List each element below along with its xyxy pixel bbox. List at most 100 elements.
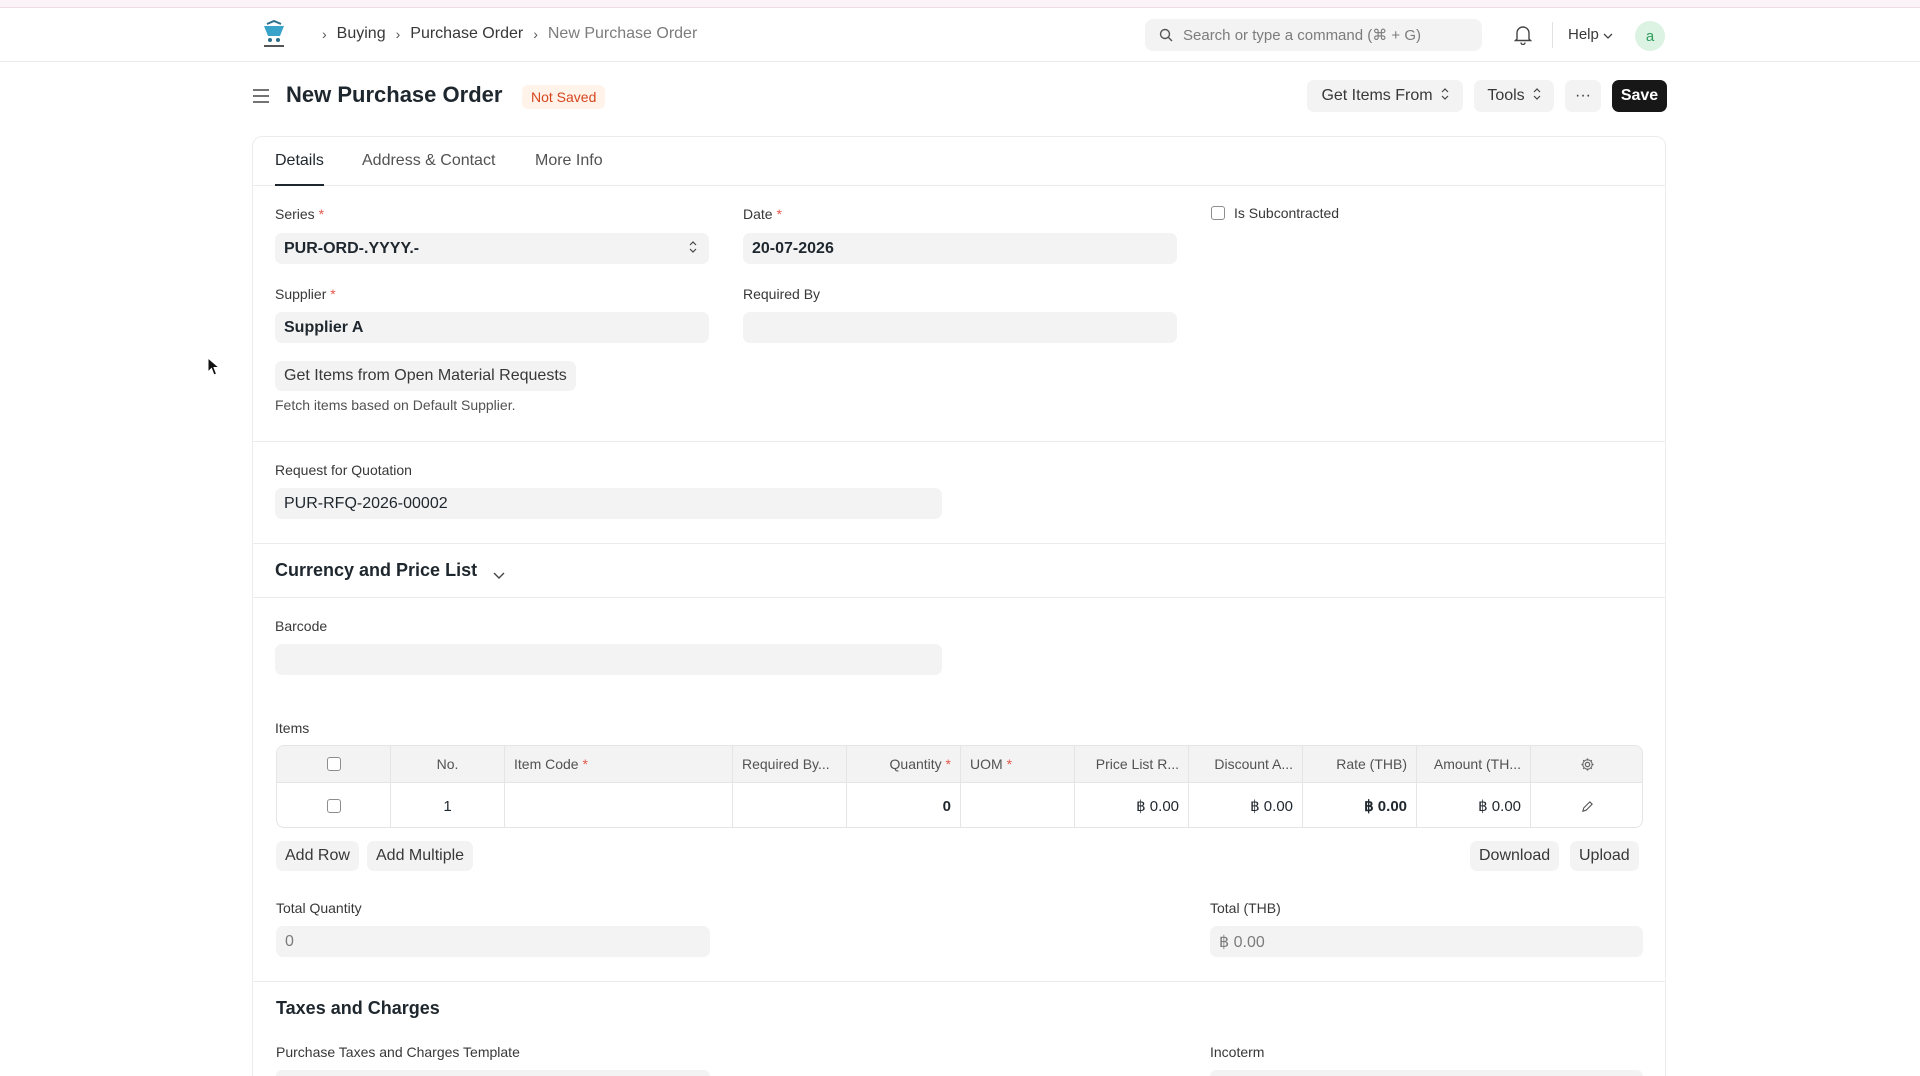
col-discount-amount: Discount A... (1189, 746, 1303, 782)
is-subcontracted-label: Is Subcontracted (1234, 205, 1340, 221)
col-uom: UOM * (961, 746, 1075, 782)
items-label: Items (275, 720, 310, 736)
breadcrumb-buying[interactable]: Buying (337, 25, 386, 43)
chevron-right-icon: › (533, 26, 538, 42)
breadcrumb-current: New Purchase Order (547, 25, 698, 42)
required-by-label: Required By (743, 286, 821, 302)
page-title: New Purchase Order (286, 82, 503, 107)
tab-more-info[interactable]: More Info (535, 152, 603, 184)
row-checkbox[interactable] (326, 799, 341, 813)
select-all-cell (277, 746, 391, 782)
barcode-label: Barcode (275, 618, 328, 634)
search-input[interactable] (1183, 26, 1463, 44)
taxes-template-field[interactable] (276, 1070, 710, 1076)
download-button[interactable]: Download (1470, 841, 1560, 871)
upload-button[interactable]: Upload (1570, 841, 1639, 871)
navbar: › Buying › Purchase Order › New Purchase… (0, 8, 1920, 62)
gear-icon[interactable] (1531, 746, 1642, 782)
table-row[interactable]: 1 0 ฿ 0.00 ฿ 0.00 ฿ 0.00 ฿ 0.00 (277, 783, 1642, 827)
tools-label: Tools (1487, 87, 1525, 104)
logo-icon[interactable] (258, 19, 290, 50)
col-rate: Rate (THB) (1303, 746, 1417, 782)
select-all-checkbox[interactable] (326, 757, 341, 771)
row-discount-amount[interactable]: ฿ 0.00 (1189, 783, 1303, 827)
chevron-right-icon: › (395, 26, 401, 42)
bell-icon[interactable] (1513, 25, 1533, 48)
incoterm-label: Incoterm (1210, 1044, 1265, 1060)
barcode-field[interactable] (275, 644, 942, 675)
chevron-down-icon[interactable] (493, 567, 505, 583)
more-options-button[interactable]: ··· (1565, 80, 1601, 112)
row-no: 1 (391, 783, 505, 827)
help-dropdown[interactable]: Help (1568, 26, 1613, 43)
get-items-from-label: Get Items From (1321, 87, 1433, 104)
row-item-code[interactable] (505, 783, 733, 827)
taxes-section-title: Taxes and Charges (276, 998, 440, 1018)
page-header: New Purchase Order Not Saved Get Items F… (252, 80, 1667, 114)
row-uom[interactable] (961, 783, 1075, 827)
total-label: Total (THB) (1210, 900, 1281, 916)
navbar-divider (1552, 22, 1553, 48)
col-amount: Amount (TH... (1417, 746, 1531, 782)
chevron-down-icon (1603, 26, 1613, 43)
total-quantity-field: 0 (276, 926, 710, 957)
chevron-right-icon: › (322, 26, 327, 42)
items-table-header: No. Item Code * Required By... Quantity … (277, 746, 1642, 783)
required-by-field[interactable] (743, 312, 1177, 343)
incoterm-field[interactable] (1210, 1070, 1643, 1076)
col-price-list-rate: Price List R... (1075, 746, 1189, 782)
total-field: ฿ 0.00 (1210, 926, 1643, 957)
top-accent-strip (0, 0, 1920, 8)
tab-address-contact[interactable]: Address & Contact (362, 152, 495, 184)
currency-section-title[interactable]: Currency and Price List (275, 560, 477, 581)
col-item-code: Item Code * (505, 746, 733, 782)
breadcrumb: › Buying › Purchase Order › New Purchase… (312, 25, 697, 43)
updown-icon (1533, 87, 1541, 105)
add-row-button[interactable]: Add Row (276, 841, 359, 871)
row-amount: ฿ 0.00 (1417, 783, 1531, 827)
add-multiple-button[interactable]: Add Multiple (367, 841, 474, 871)
breadcrumb-purchase-order[interactable]: Purchase Order (410, 25, 523, 43)
section-divider (253, 543, 1665, 544)
section-divider (252, 981, 1666, 982)
is-subcontracted-checkbox[interactable] (1211, 206, 1225, 220)
taxes-template-label: Purchase Taxes and Charges Template (276, 1044, 520, 1060)
supplier-label: Supplier * (275, 286, 336, 302)
items-table: No. Item Code * Required By... Quantity … (276, 745, 1643, 828)
supplier-field[interactable]: Supplier A (275, 312, 709, 343)
get-items-open-material-requests-button[interactable]: Get Items from Open Material Requests (275, 361, 576, 391)
total-quantity-label: Total Quantity (276, 900, 362, 916)
updown-icon (1441, 87, 1449, 105)
tab-details[interactable]: Details (275, 152, 324, 186)
hamburger-icon[interactable] (252, 88, 270, 107)
form-tabs: Details Address & Contact More Info (253, 137, 1665, 186)
rfq-field[interactable]: PUR-RFQ-2026-00002 (275, 488, 942, 519)
series-label: Series * (275, 206, 325, 222)
col-quantity: Quantity * (847, 746, 961, 782)
row-quantity[interactable]: 0 (847, 783, 961, 827)
date-label: Date * (743, 206, 782, 222)
get-items-from-button[interactable]: Get Items From (1307, 80, 1463, 112)
rfq-label: Request for Quotation (275, 462, 412, 478)
row-required-by[interactable] (733, 783, 847, 827)
tools-button[interactable]: Tools (1474, 80, 1554, 112)
fetch-helper-text: Fetch items based on Default Supplier. (275, 397, 516, 413)
cursor-icon (207, 356, 221, 380)
col-no: No. (391, 746, 505, 782)
help-label: Help (1568, 26, 1599, 43)
col-required-by: Required By... (733, 746, 847, 782)
avatar[interactable]: a (1635, 21, 1665, 51)
row-price-list-rate[interactable]: ฿ 0.00 (1075, 783, 1189, 827)
section-divider (253, 597, 1665, 598)
search-bar[interactable] (1145, 19, 1482, 51)
series-value: PUR-ORD-.YYYY.- (284, 239, 420, 257)
date-field[interactable]: 20-07-2026 (743, 233, 1177, 264)
search-icon (1159, 28, 1173, 42)
status-badge: Not Saved (522, 85, 606, 109)
row-rate[interactable]: ฿ 0.00 (1303, 783, 1417, 827)
updown-icon (689, 240, 697, 258)
series-select[interactable]: PUR-ORD-.YYYY.- (275, 233, 709, 264)
edit-icon[interactable] (1531, 783, 1642, 827)
save-button[interactable]: Save (1612, 80, 1667, 112)
row-select-cell (277, 783, 391, 827)
